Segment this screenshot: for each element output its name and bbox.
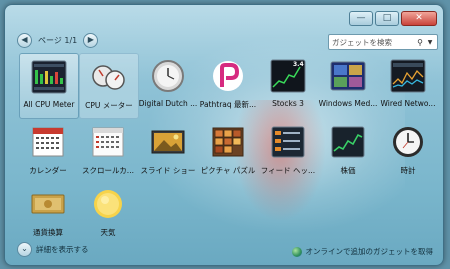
get-more-gadgets-label[interactable]: オンラインで追加のガジェットを取得	[306, 246, 434, 257]
get-more-gadgets-link[interactable]: オンラインで追加のガジェットを取得	[291, 246, 434, 257]
search-dropdown-icon[interactable]: ▼	[426, 39, 434, 46]
gadget-label: 通貨換算	[33, 228, 63, 237]
gadget-stocks-3[interactable]: 3.4 Stocks 3	[259, 53, 317, 117]
media-center-icon	[330, 61, 366, 91]
gadget-label: Digital Dutch ...	[138, 99, 198, 108]
gadget-digital-dutch[interactable]: Digital Dutch ...	[139, 53, 197, 117]
feed-headlines-icon	[271, 126, 305, 158]
cpu-meter-icon	[31, 60, 67, 94]
show-details-label[interactable]: 詳細を表示する	[36, 244, 89, 255]
gadget-label: All CPU Meter	[23, 100, 75, 109]
search-box: ⚲ ▼	[328, 34, 438, 50]
show-details-toggle[interactable]: ⌄ 詳細を表示する	[17, 242, 89, 257]
globe-icon	[291, 246, 302, 257]
currency-icon	[31, 194, 65, 214]
gadget-label: 株価	[340, 166, 356, 175]
network-monitor-icon	[390, 59, 426, 93]
gadget-label: Wired Netwo...	[380, 99, 436, 108]
gadget-pathtraq[interactable]: Pathtraq 最新...	[199, 53, 257, 117]
slideshow-icon	[151, 130, 185, 154]
pathtraq-logo-icon	[213, 61, 243, 91]
dual-gauge-icon	[92, 65, 125, 90]
calendar-icon	[32, 127, 64, 157]
stock-graph-icon	[331, 126, 365, 158]
gadget-label: Stocks 3	[272, 99, 304, 108]
maximize-button[interactable]: □	[375, 11, 399, 26]
next-page-button[interactable]: ▶	[83, 33, 99, 48]
gadget-gallery-window: — □ ✕ ◀ ページ 1/1 ▶ ⚲ ▼ All CPU Mete	[4, 4, 444, 266]
previous-page-button[interactable]: ◀	[17, 33, 32, 48]
search-icon[interactable]: ⚲	[414, 38, 426, 47]
page-indicator: ページ 1/1	[38, 36, 78, 45]
gadget-picture-puzzle[interactable]: ピクチャ パズル	[199, 119, 257, 183]
gadget-label: スクロールカ...	[82, 166, 134, 175]
gadget-feed-headlines[interactable]: フィード ヘッ...	[259, 119, 317, 183]
minimize-button[interactable]: —	[349, 11, 373, 26]
close-button[interactable]: ✕	[401, 11, 437, 26]
clock-icon	[393, 127, 423, 157]
gadget-scroll-calendar[interactable]: スクロールカ...	[79, 119, 137, 183]
gadget-label: スライド ショー	[140, 166, 196, 175]
gadget-label: Pathtraq 最新...	[199, 100, 257, 109]
gadget-label: ピクチャ パズル	[200, 166, 256, 175]
scroll-calendar-icon	[92, 127, 124, 157]
gadget-slideshow[interactable]: スライド ショー	[139, 119, 197, 183]
gadget-label: 時計	[400, 166, 416, 175]
weather-sun-icon	[94, 190, 122, 218]
gadget-label: フィード ヘッ...	[260, 166, 316, 175]
pager: ◀ ページ 1/1 ▶	[17, 33, 99, 48]
gadget-stock-price[interactable]: 株価	[319, 119, 377, 183]
gadget-label: CPU メーター	[85, 101, 133, 110]
gadget-cpu-meter[interactable]: CPU メーター	[79, 53, 139, 119]
gadget-label: カレンダー	[29, 166, 67, 175]
chevron-down-icon[interactable]: ⌄	[17, 242, 32, 257]
gadget-currency[interactable]: 通貨換算	[19, 181, 77, 245]
gadget-windows-media[interactable]: Windows Med...	[319, 53, 377, 117]
gadget-all-cpu-meter[interactable]: All CPU Meter	[19, 53, 79, 119]
picture-puzzle-icon	[212, 127, 244, 157]
gadget-calendar[interactable]: カレンダー	[19, 119, 77, 183]
caption-buttons: — □ ✕	[349, 11, 437, 26]
stocks-value-badge: 3.4	[293, 61, 304, 68]
search-input[interactable]	[332, 37, 414, 47]
gadget-label: 天気	[100, 228, 116, 237]
gadget-wired-network[interactable]: Wired Netwo...	[379, 53, 437, 117]
gadget-weather[interactable]: 天気	[79, 181, 137, 245]
round-clock-icon	[152, 60, 184, 92]
gadget-clock[interactable]: 時計	[379, 119, 437, 183]
gadget-label: Windows Med...	[318, 99, 378, 108]
